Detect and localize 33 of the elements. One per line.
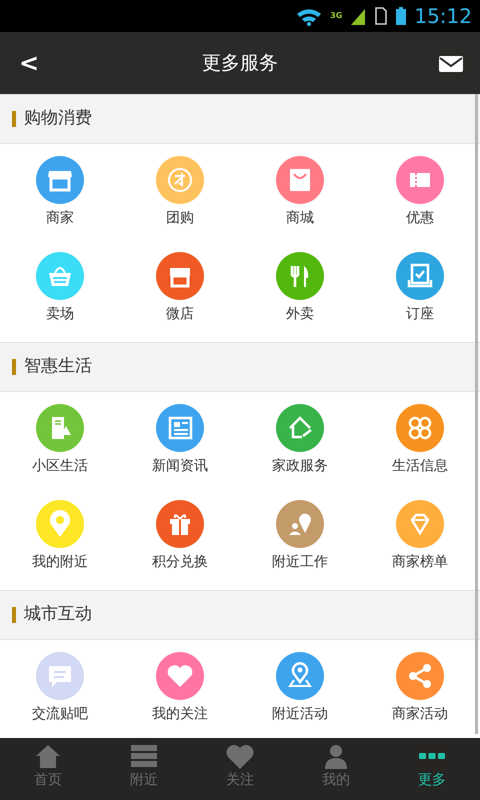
list-icon [128,742,160,770]
back-button[interactable]: < [16,51,42,75]
service-item[interactable]: 卖场 [0,240,120,336]
service-item[interactable]: 商家 [0,144,120,240]
service-item[interactable]: 团购 [120,144,240,240]
section-title: 城市互动 [24,603,92,626]
battery-icon [396,6,406,26]
service-item[interactable]: 家政服务 [240,392,360,488]
service-item[interactable]: 积分兑换 [120,488,240,584]
service-item[interactable]: 附近活动 [240,640,360,736]
service-item[interactable]: 小区生活 [0,392,120,488]
section-title: 购物消费 [24,107,92,130]
service-item[interactable]: 交流贴吧 [0,640,120,736]
service-item[interactable]: 新闻资讯 [120,392,240,488]
service-item[interactable]: 附近工作 [240,488,360,584]
section-marker-icon [12,359,16,375]
network-label: 3G [330,12,342,20]
status-time: 15:12 [414,3,472,30]
page-title: 更多服务 [202,50,278,76]
service-item[interactable]: 微店 [120,240,240,336]
service-item[interactable]: 商城 [240,144,360,240]
section-title: 智惠生活 [24,355,92,378]
heart-icon [224,742,256,770]
service-item[interactable]: 商家榜单 [360,488,480,584]
more-icon [419,753,445,759]
section-marker-icon [12,111,16,127]
sim-card-icon [374,6,388,26]
service-item[interactable]: 我的附近 [0,488,120,584]
service-item[interactable]: 我的关注 [120,640,240,736]
mail-icon [438,54,464,74]
tab-item[interactable]: 更多 [384,738,480,800]
service-item[interactable]: 外卖 [240,240,360,336]
section-marker-icon [12,607,16,623]
